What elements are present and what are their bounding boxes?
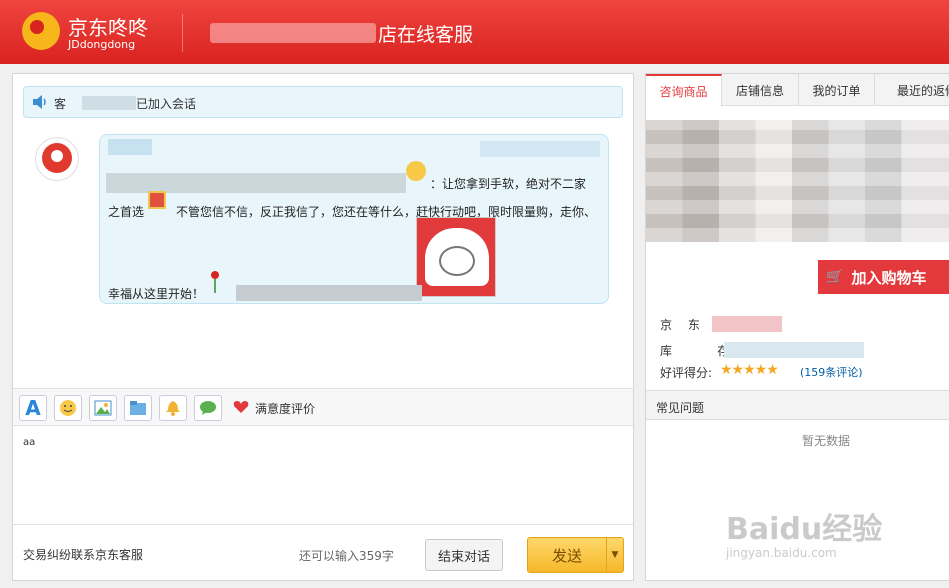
file-button[interactable]	[124, 395, 152, 421]
smile-emoji-icon	[406, 161, 426, 181]
folder-icon	[130, 401, 146, 415]
remaining-chars: 还可以输入359字	[299, 549, 394, 563]
image-icon	[94, 400, 112, 416]
message-bubble: ：让您拿到手软，绝对不二家 之首选 不管您信不信，反正我信了，您还在等什么，赶快…	[99, 134, 609, 304]
heart-icon	[233, 401, 249, 413]
faq-title: 常见问题	[656, 401, 705, 415]
speaker-icon	[33, 95, 46, 109]
cart-icon: 🛒	[826, 269, 844, 285]
blurred-sender	[108, 139, 152, 155]
join-notice: 客 已加入会话	[23, 86, 623, 118]
input-toolbar: A 满意度评价	[13, 388, 633, 426]
info-tabs: 咨询商品 店铺信息 我的订单 最近的返修	[646, 74, 949, 107]
blurred-agent-name	[82, 96, 136, 110]
tab-recent-repairs[interactable]: 最近的返修	[875, 74, 949, 106]
blurred-stock	[724, 342, 864, 358]
reviews-link[interactable]: (159条评论)	[800, 364, 863, 380]
rose-emoji-icon	[211, 271, 219, 293]
header-divider	[182, 14, 183, 52]
product-panel: 咨询商品 店铺信息 我的订单 最近的返修 🛒 加入购物车 京 东 价 库 存 好…	[645, 73, 949, 581]
rating-stars-icon: ★★★★★	[720, 362, 779, 378]
smiley-icon	[60, 400, 76, 416]
image-button[interactable]	[89, 395, 117, 421]
end-chat-button[interactable]: 结束对话	[425, 539, 503, 571]
dispute-contact-link[interactable]: 交易纠纷联系京东客服	[23, 546, 143, 563]
blurred-link	[236, 285, 422, 301]
app-header: 京东咚咚 JDdongdong 店在线客服	[0, 0, 949, 64]
send-button[interactable]: 发送	[527, 537, 607, 573]
watermark-main: Baidu经验	[726, 512, 883, 547]
message-line-2: 之首选	[108, 205, 145, 219]
font-button[interactable]: A	[19, 395, 47, 421]
blurred-price	[712, 316, 782, 332]
emoji-button[interactable]	[54, 395, 82, 421]
message-line-1: ：让您拿到手软，绝对不二家	[430, 177, 587, 191]
tab-consult-product[interactable]: 咨询商品	[646, 74, 722, 107]
gift-emoji-icon	[148, 191, 166, 209]
faq-header: 常见问题	[646, 390, 949, 420]
blurred-timestamp	[480, 141, 600, 157]
notice-prefix: 客	[54, 97, 67, 111]
product-image[interactable]	[646, 120, 949, 242]
agent-headset-icon	[42, 143, 72, 173]
brand-subtitle: JDdongdong	[68, 38, 136, 51]
chat-panel: 客 已加入会话 ：让您拿到手软，绝对不二家 之首选 不管您信不信，反正我信了，您…	[12, 73, 634, 581]
no-data-text: 暂无数据	[802, 434, 851, 448]
quick-reply-button[interactable]	[194, 395, 222, 421]
jd-dongdong-logo-icon	[22, 12, 60, 50]
tab-my-orders[interactable]: 我的订单	[799, 74, 875, 106]
add-to-cart-label: 加入购物车	[851, 268, 927, 287]
add-to-cart-button[interactable]: 🛒 加入购物车	[818, 260, 949, 294]
bell-button[interactable]	[159, 395, 187, 421]
joy-dog-sticker-icon	[416, 217, 496, 297]
bell-icon	[166, 401, 180, 416]
satisfaction-rating-link[interactable]: 满意度评价	[255, 400, 315, 417]
chat-bubble-icon	[200, 401, 216, 415]
notice-suffix: 已加入会话	[136, 97, 197, 111]
message-line-4: 幸福从这里开始！	[108, 287, 205, 301]
blurred-shop-name	[210, 23, 376, 43]
chat-footer: 交易纠纷联系京东客服 还可以输入359字 结束对话 发送 ▼	[13, 524, 633, 580]
rating-label: 好评得分:	[660, 366, 713, 380]
message-input[interactable]: aa	[13, 427, 633, 523]
message-input-value: aa	[23, 437, 36, 448]
shop-title: 店在线客服	[378, 24, 474, 46]
blurred-text	[106, 173, 406, 193]
brand-name: 京东咚咚	[68, 16, 148, 40]
agent-avatar[interactable]	[35, 137, 79, 181]
send-options-chevron-down-icon[interactable]: ▼	[606, 537, 624, 573]
watermark-url: jingyan.baidu.com	[726, 546, 837, 560]
tab-shop-info[interactable]: 店铺信息	[722, 74, 799, 106]
message-line-3: 不管您信不信，反正我信了，您还在等什么，赶快行动吧，限时限量购，走你、	[176, 205, 597, 219]
baidu-watermark: Baidu经验 jingyan.baidu.com	[726, 484, 946, 574]
